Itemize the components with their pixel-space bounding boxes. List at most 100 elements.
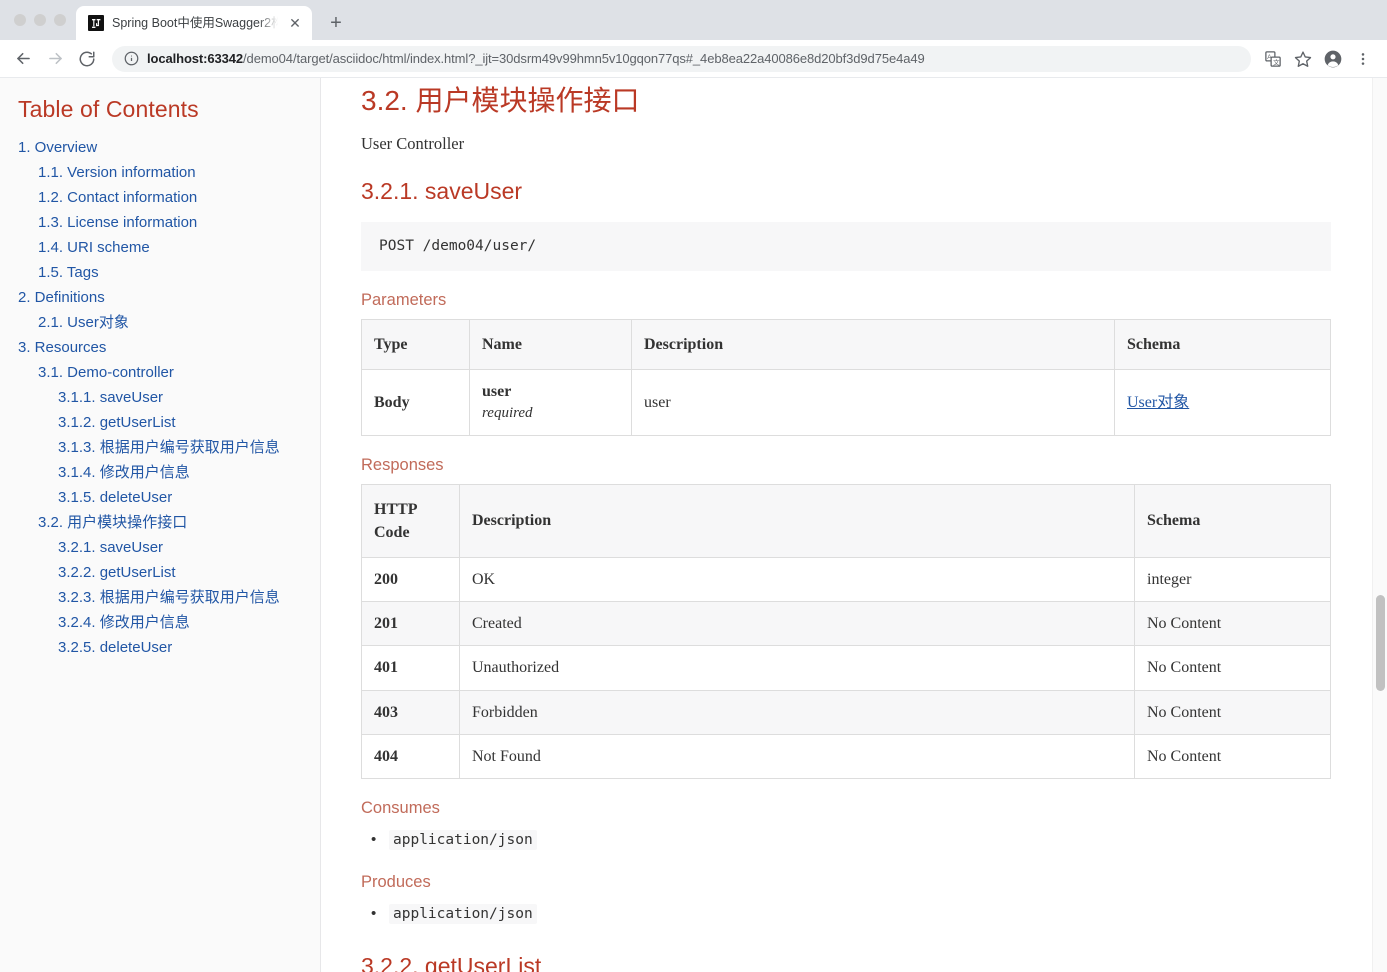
response-code: 401 [361,645,460,691]
response-schema: No Content [1134,645,1331,691]
address-bar[interactable]: localhost:63342/demo04/target/asciidoc/h… [112,45,1251,72]
toc-link-resources[interactable]: 3. Resources [16,335,304,360]
toc-link-demo-getuserlist[interactable]: 3.1.2. getUserList [16,410,304,435]
section-description: User Controller [361,133,465,153]
param-description: user [631,368,1115,436]
url-host: localhost:63342 [147,51,244,66]
responses-table: HTTP Code Description Schema 200 OK inte… [361,483,1331,779]
list-item: 3.2.5. deleteUser [16,635,304,660]
list-item: 3.1.2. getUserList [16,410,304,435]
toc-link-definitions[interactable]: 2. Definitions [16,285,304,310]
maximize-window-button[interactable] [54,14,66,26]
list-item: 3.2.3. 根据用户编号获取用户信息 [16,585,304,610]
table-row: 403 Forbidden No Content [361,689,1331,735]
toc-link-user-getuserlist[interactable]: 3.2.2. getUserList [16,560,304,585]
list-item: 3.1.4. 修改用户信息 [16,460,304,485]
toc-link-user-object[interactable]: 2.1. User对象 [16,310,304,335]
minimize-window-button[interactable] [34,14,46,26]
param-name-cell: user required [469,368,632,436]
svg-text:A: A [1267,54,1272,61]
toc-title: Table of Contents [18,96,199,122]
toc-link-contact-information[interactable]: 1.2. Contact information [16,185,304,210]
toc-link-version-information[interactable]: 1.1. Version information [16,160,304,185]
list-item: 3.1.3. 根据用户编号获取用户信息 [16,435,304,460]
response-description: Unauthorized [459,645,1135,691]
responses-title: Responses [361,455,444,474]
list-item: 2.1. User对象 [16,310,304,335]
toc-link-uri-scheme[interactable]: 1.4. URI scheme [16,235,304,260]
page-scrollbar[interactable] [1372,78,1387,972]
response-code: 404 [361,733,460,779]
response-code: 403 [361,689,460,735]
browser-tab[interactable]: Spring Boot中使用Swagger2构 ✕ [76,6,312,40]
tab-strip: Spring Boot中使用Swagger2构 ✕ + [0,0,1387,40]
close-tab-icon[interactable]: ✕ [286,14,304,32]
response-code: 200 [361,557,460,603]
forward-arrow-icon[interactable] [40,44,70,74]
col-schema: Schema [1114,318,1331,370]
table-row: 200 OK integer [361,557,1331,603]
col-description: Description [459,483,1135,559]
more-menu-icon[interactable] [1349,45,1377,73]
param-schema-link[interactable]: User对象 [1127,394,1189,411]
col-http-code: HTTP Code [361,483,460,559]
operation-heading-getuserlist: 3.2.2. getUserList [361,952,542,972]
response-description: Forbidden [459,689,1135,735]
table-header-row: HTTP Code Description Schema [361,483,1331,559]
toc-link-demo-get-user-by-id[interactable]: 3.1.3. 根据用户编号获取用户信息 [16,435,304,460]
response-code: 201 [361,601,460,647]
toc-link-demo-update-user[interactable]: 3.1.4. 修改用户信息 [16,460,304,485]
toc-link-user-saveuser[interactable]: 3.2.1. saveUser [16,535,304,560]
response-schema: No Content [1134,733,1331,779]
bookmark-star-icon[interactable] [1289,45,1317,73]
profile-avatar-icon[interactable] [1319,45,1347,73]
table-of-contents: Table of Contents 1. Overview 1.1. Versi… [0,78,321,972]
list-item: 3.2.2. getUserList [16,560,304,585]
close-window-button[interactable] [14,14,26,26]
toc-link-user-module[interactable]: 3.2. 用户模块操作接口 [16,510,304,535]
list-item: 3. Resources [16,335,304,360]
url-path: /demo04/target/asciidoc/html/index.html?… [243,51,925,66]
list-item: 3.2.4. 修改用户信息 [16,610,304,635]
translate-icon[interactable]: A 文 [1259,45,1287,73]
list-item: 3.1.1. saveUser [16,385,304,410]
toc-link-demo-saveuser[interactable]: 3.1.1. saveUser [16,385,304,410]
list-item: 1.5. Tags [16,260,304,285]
consumes-list: application/json [361,827,1331,853]
document-content: 3.2. 用户模块操作接口 User Controller 3.2.1. sav… [321,78,1387,972]
page-viewport: Table of Contents 1. Overview 1.1. Versi… [0,78,1387,972]
http-request-text: POST /demo04/user/ [379,237,537,254]
section-heading: 3.2. 用户模块操作接口 [361,85,640,116]
toc-link-user-deleteuser[interactable]: 3.2.5. deleteUser [16,635,304,660]
operation-heading-saveuser: 3.2.1. saveUser [361,178,523,205]
list-item: application/json [361,901,1331,927]
produces-media-type: application/json [389,903,537,924]
list-item: 2. Definitions [16,285,304,310]
consumes-title: Consumes [361,798,440,817]
produces-list: application/json [361,901,1331,927]
back-arrow-icon[interactable] [8,44,38,74]
svg-text:文: 文 [1273,57,1280,66]
col-description: Description [631,318,1115,370]
response-schema: No Content [1134,601,1331,647]
info-circle-icon[interactable] [124,51,139,66]
list-item: 1. Overview [16,135,304,160]
reload-icon[interactable] [72,44,102,74]
list-item: application/json [361,827,1331,853]
response-schema: integer [1134,557,1331,603]
scrollbar-thumb[interactable] [1376,595,1385,691]
toc-link-license-information[interactable]: 1.3. License information [16,210,304,235]
list-item: 3.1.5. deleteUser [16,485,304,510]
toc-link-demo-controller[interactable]: 3.1. Demo-controller [16,360,304,385]
response-description: Created [459,601,1135,647]
list-item: 1.2. Contact information [16,185,304,210]
toc-link-tags[interactable]: 1.5. Tags [16,260,304,285]
new-tab-button[interactable]: + [322,9,350,37]
parameters-title: Parameters [361,290,447,309]
url-text: localhost:63342/demo04/target/asciidoc/h… [147,51,925,66]
toc-link-overview[interactable]: 1. Overview [16,135,304,160]
toc-link-user-get-user-by-id[interactable]: 3.2.3. 根据用户编号获取用户信息 [16,585,304,610]
toc-link-user-update-user[interactable]: 3.2.4. 修改用户信息 [16,610,304,635]
col-type: Type [361,318,470,370]
toc-link-demo-deleteuser[interactable]: 3.1.5. deleteUser [16,485,304,510]
